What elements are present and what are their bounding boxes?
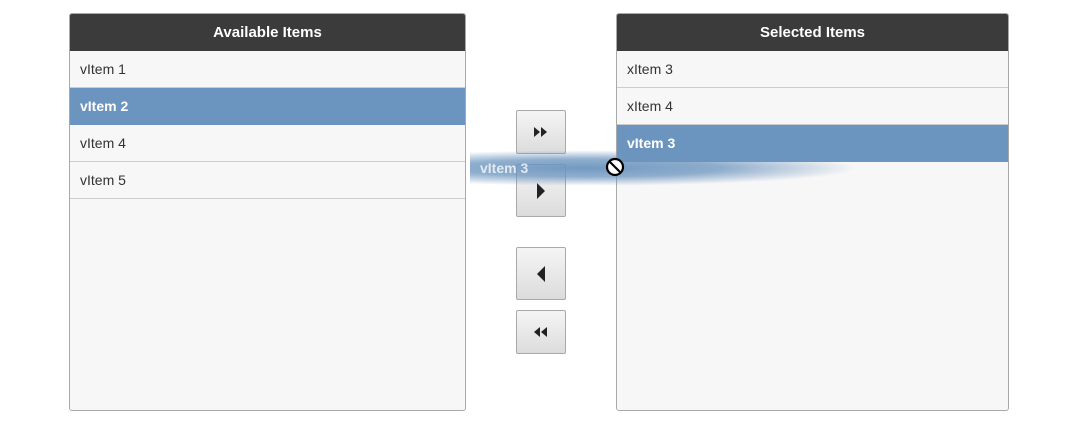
move-right-button[interactable] xyxy=(516,164,566,217)
selected-items-header: Selected Items xyxy=(617,14,1008,51)
available-items-panel: Available Items vItem 1 vItem 2 vItem 4 … xyxy=(69,13,466,411)
list-item[interactable]: xItem 3 xyxy=(617,51,1008,88)
selected-items-list: xItem 3 xItem 4 vItem 3 xyxy=(617,51,1008,162)
triangle-right-icon xyxy=(537,182,545,199)
list-item[interactable]: vItem 3 xyxy=(617,125,1008,162)
available-items-list: vItem 1 vItem 2 vItem 4 vItem 5 xyxy=(70,51,465,199)
list-item[interactable]: vItem 2 xyxy=(70,88,465,125)
available-items-header: Available Items xyxy=(70,14,465,51)
list-item[interactable]: vItem 5 xyxy=(70,162,465,199)
double-chevron-left-icon xyxy=(534,327,547,337)
triangle-left-icon xyxy=(537,265,545,282)
move-all-left-button[interactable] xyxy=(516,310,566,354)
double-chevron-right-icon xyxy=(534,127,547,137)
list-item[interactable]: xItem 4 xyxy=(617,88,1008,125)
list-item[interactable]: vItem 1 xyxy=(70,51,465,88)
selected-items-panel: Selected Items xItem 3 xItem 4 vItem 3 xyxy=(616,13,1009,411)
move-left-button[interactable] xyxy=(516,247,566,300)
move-all-right-button[interactable] xyxy=(516,110,566,154)
dual-listbox: Available Items vItem 1 vItem 2 vItem 4 … xyxy=(0,0,1078,428)
list-item[interactable]: vItem 4 xyxy=(70,125,465,162)
